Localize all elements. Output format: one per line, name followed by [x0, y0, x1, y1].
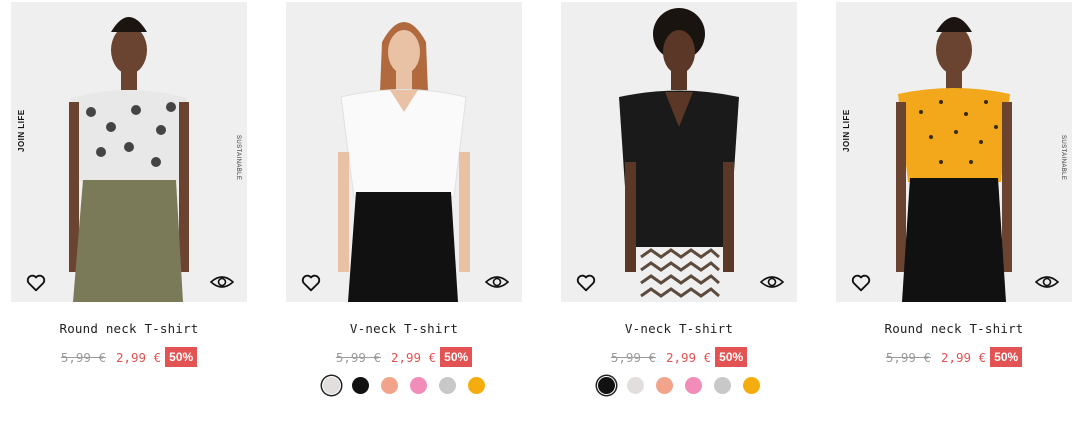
color-swatch[interactable] [352, 377, 369, 394]
model-image [69, 17, 189, 302]
color-swatch[interactable] [714, 377, 731, 394]
discount-badge: 50% [165, 347, 198, 367]
sustainable-label: SUSTAINABLE [1060, 135, 1066, 181]
sale-price: 2,99 € [665, 349, 712, 365]
color-swatch[interactable] [598, 377, 615, 394]
heart-icon[interactable] [25, 272, 47, 294]
product-name[interactable]: Round neck T-shirt [836, 321, 1072, 336]
sale-price: 2,99 € [940, 349, 987, 365]
old-price: 5,99 € [885, 349, 931, 365]
eye-icon[interactable] [210, 274, 234, 290]
color-swatch[interactable] [323, 377, 340, 394]
product-card[interactable]: V-neck T-shirt 5,99 € 2,99 € 50% [561, 0, 797, 434]
join-life-label: JOIN LIFE [17, 109, 26, 152]
product-card[interactable]: V-neck T-shirt 5,99 € 2,99 € 50% [286, 0, 522, 434]
color-swatch[interactable] [743, 377, 760, 394]
heart-icon[interactable] [850, 272, 872, 294]
sale-price: 2,99 € [115, 349, 162, 365]
model-image [338, 22, 470, 302]
price-row: 5,99 € 2,99 € 50% [836, 347, 1072, 367]
model-image [896, 17, 1012, 302]
discount-badge: 50% [990, 347, 1023, 367]
heart-icon[interactable] [300, 272, 322, 294]
price-row: 5,99 € 2,99 € 50% [286, 347, 522, 367]
product-name[interactable]: V-neck T-shirt [286, 321, 522, 336]
color-swatches [561, 377, 797, 394]
color-swatch[interactable] [656, 377, 673, 394]
sustainable-label: SUSTAINABLE [235, 135, 241, 181]
heart-icon[interactable] [575, 272, 597, 294]
product-card[interactable]: JOIN LIFE SUSTAINABLE Round neck T-shirt… [836, 0, 1072, 434]
product-card[interactable]: JOIN LIFE SUSTAINABLE Round neck T-shirt… [11, 0, 247, 434]
product-name[interactable]: Round neck T-shirt [11, 321, 247, 336]
eye-icon[interactable] [485, 274, 509, 290]
discount-badge: 50% [715, 347, 748, 367]
old-price: 5,99 € [610, 349, 656, 365]
product-photo[interactable]: JOIN LIFE SUSTAINABLE [836, 2, 1072, 302]
color-swatch[interactable] [381, 377, 398, 394]
sale-price: 2,99 € [390, 349, 437, 365]
old-price: 5,99 € [335, 349, 381, 365]
join-life-label: JOIN LIFE [842, 109, 851, 152]
product-photo[interactable] [561, 2, 797, 302]
product-photo[interactable] [286, 2, 522, 302]
old-price: 5,99 € [60, 349, 106, 365]
discount-badge: 50% [440, 347, 473, 367]
color-swatches [286, 377, 522, 394]
price-row: 5,99 € 2,99 € 50% [11, 347, 247, 367]
color-swatch[interactable] [685, 377, 702, 394]
price-row: 5,99 € 2,99 € 50% [561, 347, 797, 367]
color-swatch[interactable] [410, 377, 427, 394]
eye-icon[interactable] [760, 274, 784, 290]
color-swatch[interactable] [439, 377, 456, 394]
product-photo[interactable]: JOIN LIFE SUSTAINABLE [11, 2, 247, 302]
color-swatch[interactable] [627, 377, 644, 394]
product-name[interactable]: V-neck T-shirt [561, 321, 797, 336]
model-image [619, 8, 739, 298]
eye-icon[interactable] [1035, 274, 1059, 290]
color-swatch[interactable] [468, 377, 485, 394]
